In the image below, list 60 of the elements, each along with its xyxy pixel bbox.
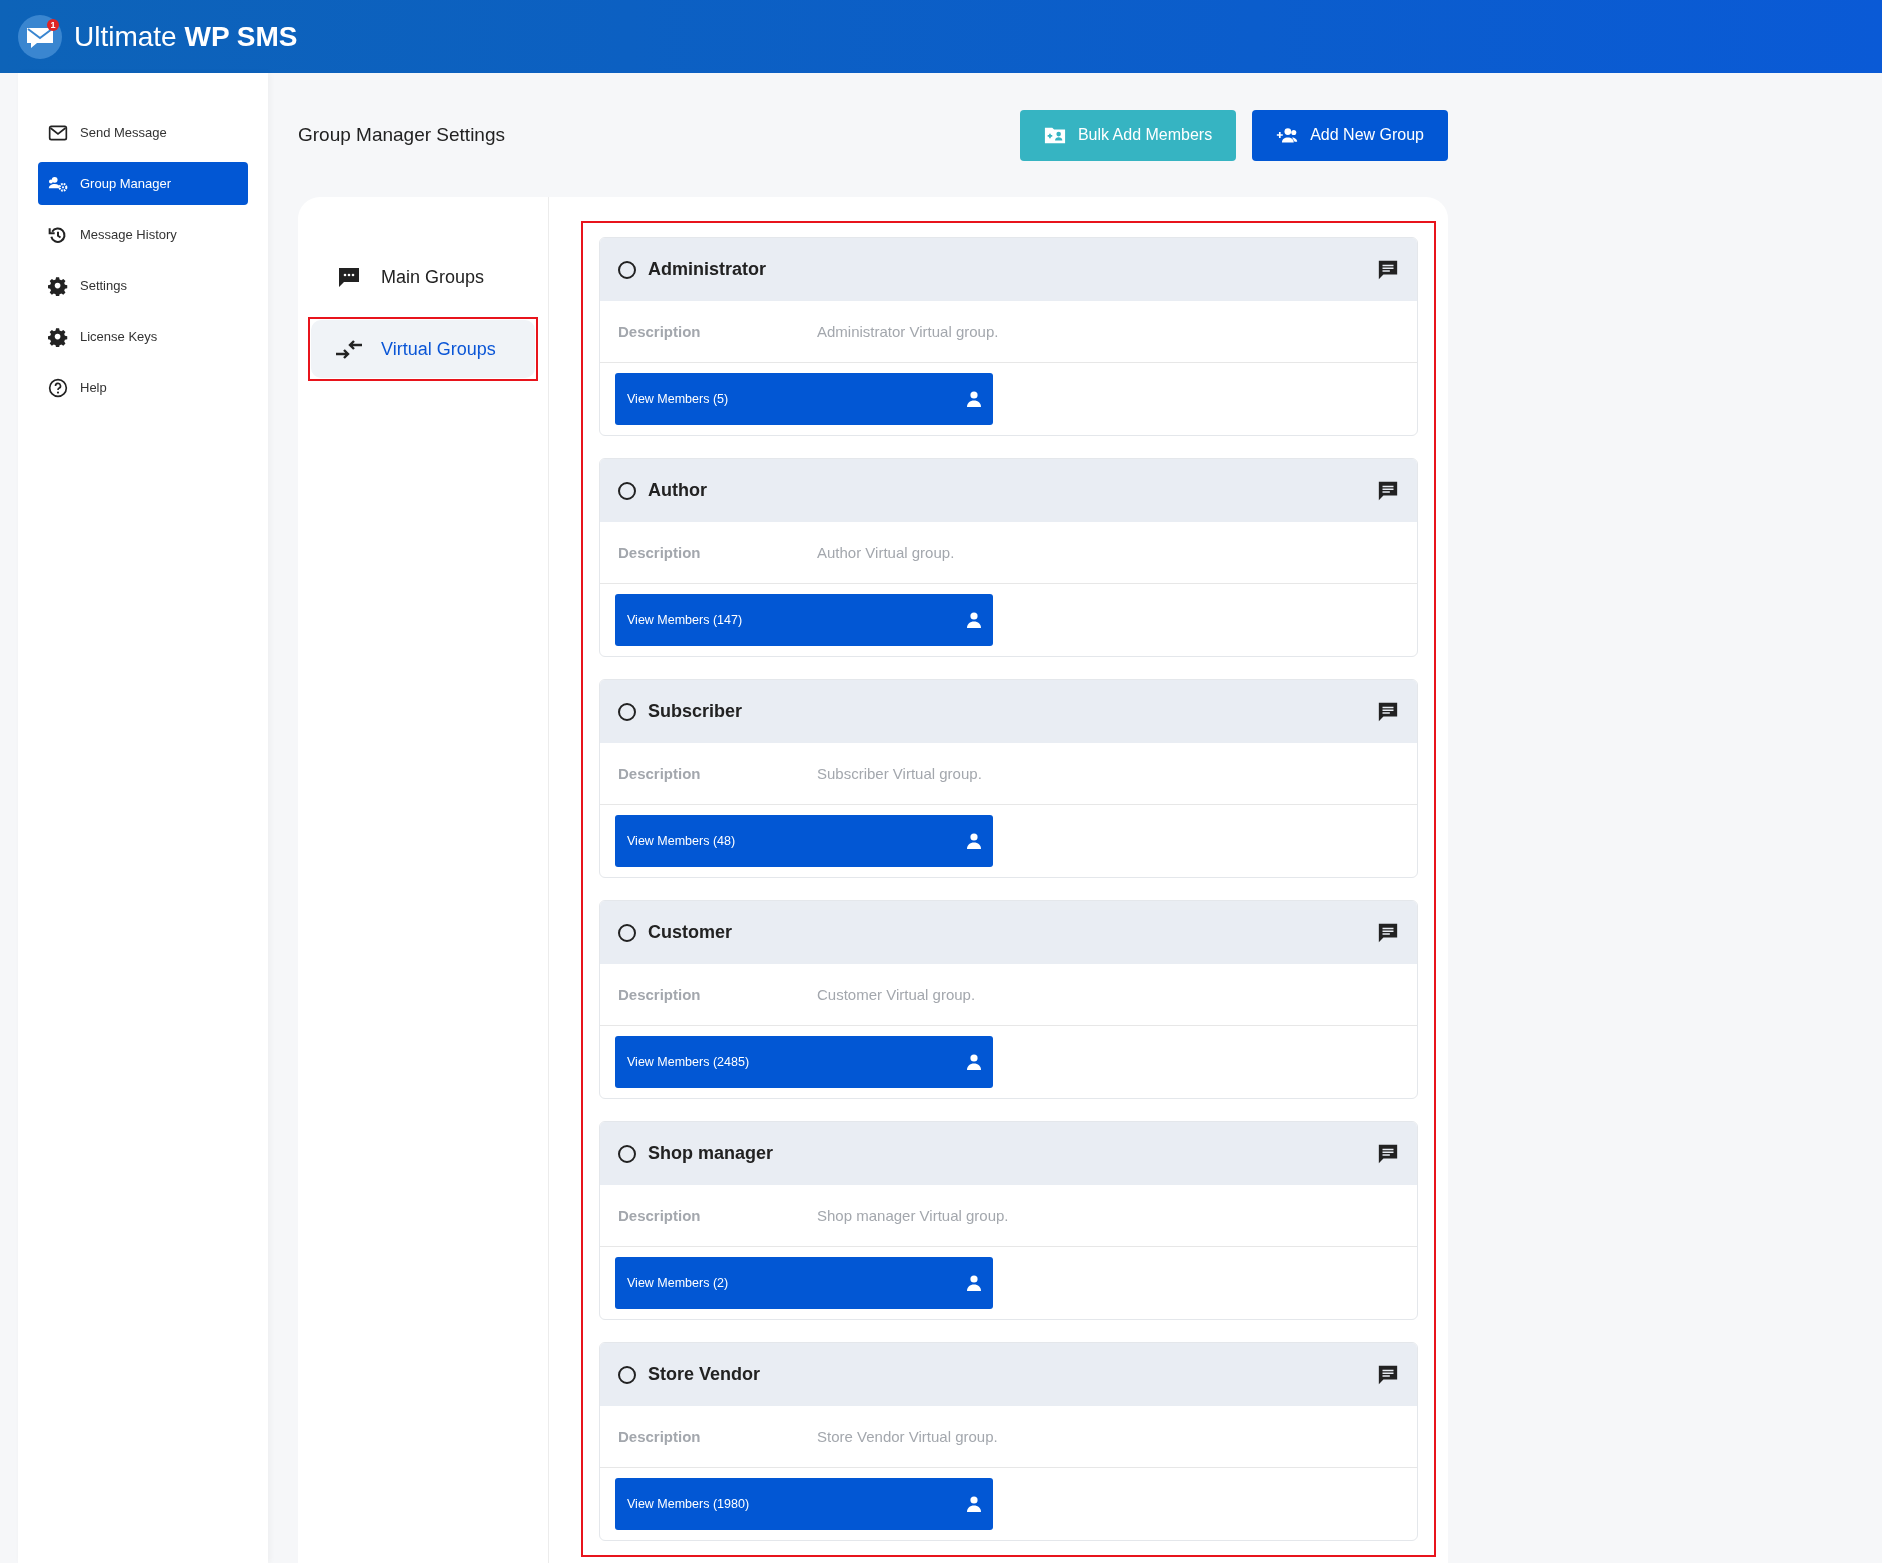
add-group-button[interactable]: Add New Group [1252,109,1448,161]
sidebar-item[interactable]: Message History [38,213,248,256]
description-text: Author Virtual group. [817,544,955,561]
group-name: Author [648,480,708,501]
help-icon [48,377,68,398]
message-icon[interactable] [1377,258,1399,281]
gear-icon [48,326,68,347]
sidebar-item[interactable]: Send Message [38,111,248,154]
logo-icon [18,14,62,59]
folder-add-user-icon [1043,125,1066,145]
group-name: Store Vendor [648,1364,762,1385]
sidebar-item[interactable]: Help [38,366,248,409]
message-icon[interactable] [1377,921,1399,944]
description-label: Description [618,1207,702,1224]
group-name: Subscriber [648,701,744,722]
group-tab[interactable]: Main Groups [311,248,535,306]
radio-button[interactable] [618,1365,636,1384]
radio-button[interactable] [618,923,636,942]
view-members-button[interactable]: View Members (5) [615,373,993,425]
sidebar-item[interactable]: License Keys [38,315,248,358]
radio-button[interactable] [618,1144,636,1163]
sidebar-item[interactable]: Group Manager [38,162,248,205]
add-users-icon [1276,125,1299,145]
description-label: Description [618,1428,702,1445]
description-label: Description [618,544,702,561]
message-icon[interactable] [1377,1363,1399,1386]
description-label: Description [618,765,702,782]
arrows-icon [335,337,363,361]
group-name: Administrator [648,259,767,280]
description-text: Shop manager Virtual group. [817,1207,1009,1224]
radio-button[interactable] [618,481,636,500]
description-label: Description [618,986,702,1003]
user-icon [967,1496,981,1512]
user-icon [967,391,981,407]
message-icon[interactable] [1377,700,1399,723]
user-icon [967,612,981,628]
view-members-button[interactable]: View Members (1980) [615,1478,993,1530]
description-text: Administrator Virtual group. [817,323,999,340]
radio-button[interactable] [618,260,636,279]
app-title: Ultimate WP SMS [74,20,298,53]
sidebar-item[interactable]: Settings [38,264,248,307]
user-icon [967,1054,981,1070]
description-text: Subscriber Virtual group. [817,765,982,782]
description-text: Customer Virtual group. [817,986,976,1003]
user-icon [967,833,981,849]
description-text: Store Vendor Virtual group. [817,1428,998,1445]
message-icon[interactable] [1377,1142,1399,1165]
user-icon [967,1275,981,1291]
view-members-button[interactable]: View Members (147) [615,594,993,646]
group-name: Customer [648,922,733,943]
page-title: Group Manager Settings [298,124,505,146]
view-members-button[interactable]: View Members (2) [615,1257,993,1309]
view-members-button[interactable]: View Members (2485) [615,1036,993,1088]
group-name: Shop manager [648,1143,775,1164]
group-tab[interactable]: Virtual Groups [311,320,535,378]
radio-button[interactable] [618,702,636,721]
description-label: Description [618,323,702,340]
gear-icon [48,275,68,296]
view-members-button[interactable]: View Members (48) [615,815,993,867]
message-icon[interactable] [1377,479,1399,502]
